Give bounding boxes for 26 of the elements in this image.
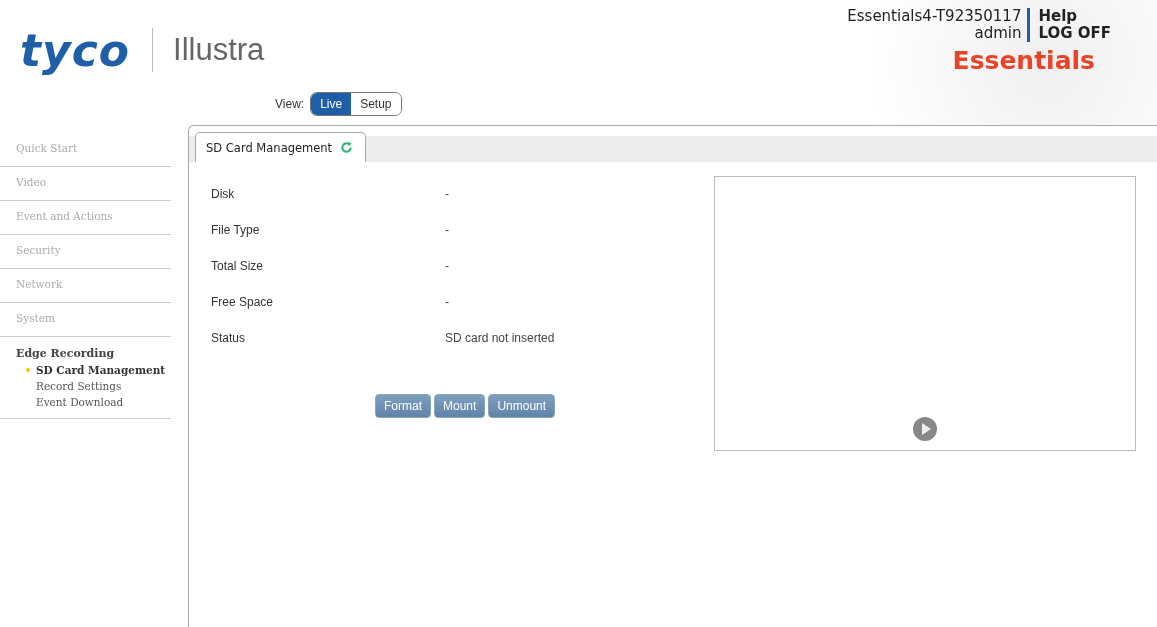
sidebar-item[interactable]: Edge Recording — [16, 347, 171, 360]
field-value: - — [445, 259, 449, 273]
sidebar-subitem[interactable]: Event Download — [26, 396, 171, 408]
logo: tyco — [20, 24, 131, 76]
field-label: Free Space — [211, 295, 275, 309]
product-name: Illustra — [173, 32, 265, 68]
edition-title: Essentials — [952, 46, 1095, 75]
field-label: File Type — [211, 223, 261, 237]
refresh-icon — [340, 141, 354, 154]
field-value: - — [445, 187, 449, 201]
tab[interactable]: SD Card Management — [195, 132, 367, 162]
header-link[interactable]: LOG OFF — [1038, 25, 1111, 42]
view-toggle-option[interactable]: Live — [311, 93, 352, 115]
field-label: Total Size — [211, 259, 265, 273]
field-label: Disk — [211, 187, 236, 201]
device-name: Essentials4-T92350117 — [847, 8, 1022, 25]
field-value: - — [445, 295, 449, 309]
field-value: SD card not inserted — [445, 331, 555, 345]
field-label: Status — [211, 331, 247, 345]
play-icon[interactable] — [912, 416, 938, 442]
user-name: admin — [974, 25, 1022, 42]
view-label: View: — [275, 97, 305, 111]
sidebar-subitem[interactable]: SD Card Management — [26, 364, 171, 376]
header-link[interactable]: Help — [1038, 8, 1111, 25]
sidebar-subitem[interactable]: Record Settings — [26, 380, 171, 392]
field-value: - — [445, 223, 449, 237]
